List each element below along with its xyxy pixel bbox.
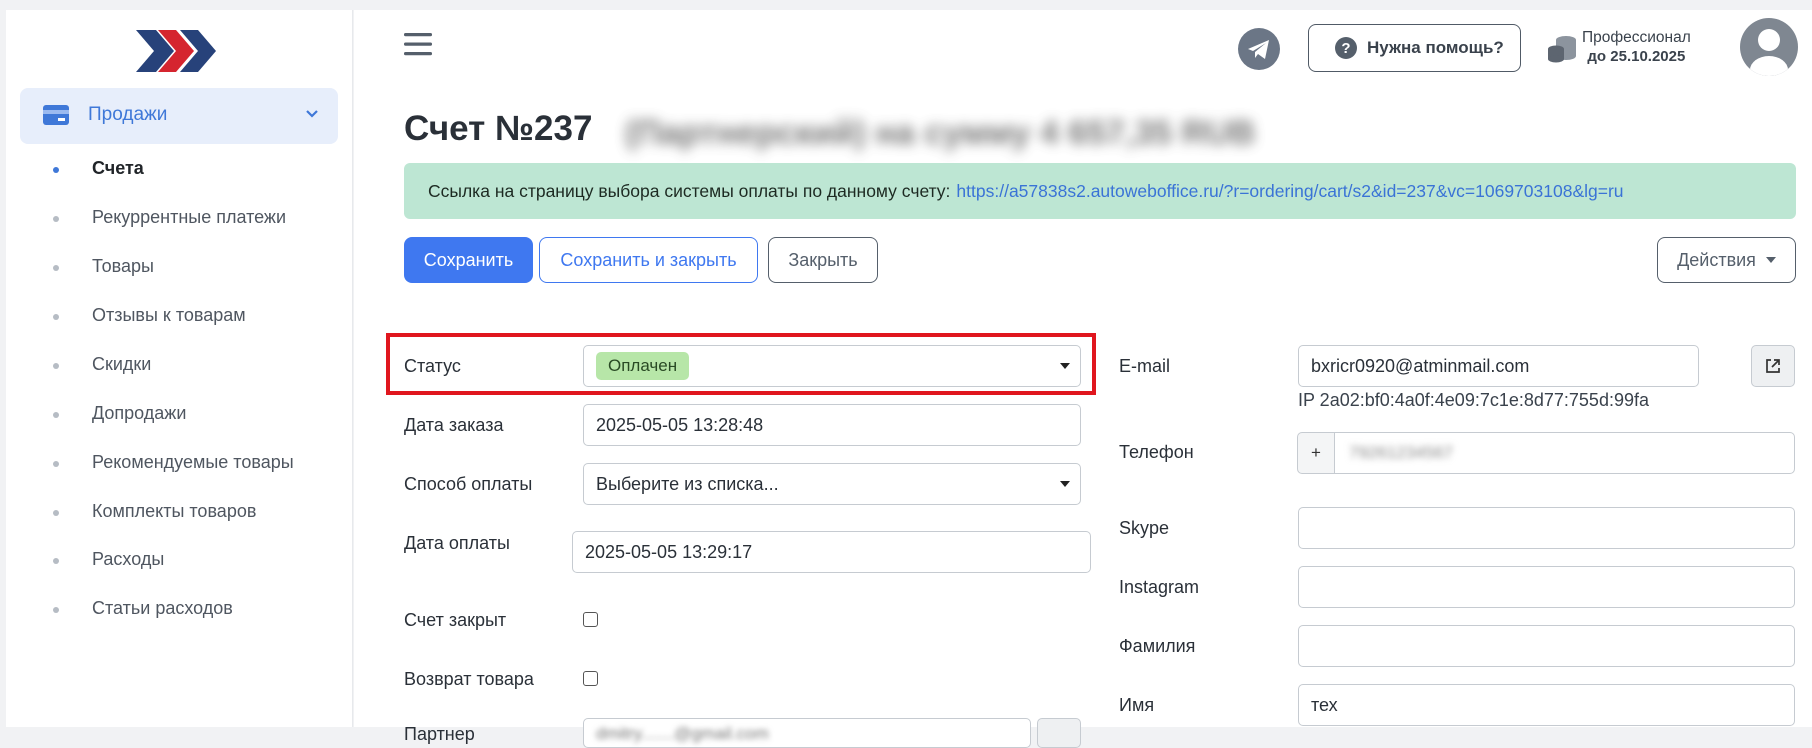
partner-open-button[interactable] (1037, 718, 1081, 748)
sidebar-item-label: Отзывы к товарам (92, 305, 246, 325)
product-return-label: Возврат товара (404, 669, 534, 689)
email-label: E-mail (1119, 356, 1171, 376)
sidebar-item-label: Скидки (92, 354, 152, 374)
sidebar-item-upsells[interactable]: Допродажи (6, 392, 346, 440)
alert-text: Ссылка на страницу выбора системы оплаты… (428, 180, 951, 201)
status-label: Статус (404, 356, 461, 376)
invoice-closed-checkbox[interactable] (583, 612, 598, 627)
avatar[interactable] (1740, 18, 1798, 76)
ip-address: IP 2a02:bf0:4a0f:4e09:7c1e:8d77:755d:99f… (1298, 390, 1649, 410)
payment-date-label: Дата оплаты (404, 533, 510, 553)
logo[interactable] (136, 24, 218, 78)
payment-link-alert: Ссылка на страницу выбора системы оплаты… (404, 163, 1796, 219)
sidebar-item-label: Комплекты товаров (92, 501, 257, 521)
sidebar-item-expense-items[interactable]: Статьи расходов (6, 587, 346, 635)
partner-label: Партнер (404, 724, 475, 744)
save-button[interactable]: Сохранить (404, 237, 533, 283)
sidebar-item-label: Рекомендуемые товары (92, 452, 294, 472)
sidebar: Продажи Счета Рекуррентные платежи Товар… (6, 10, 353, 727)
payment-date-field[interactable]: 2025-05-05 13:29:17 (572, 531, 1091, 573)
instagram-label: Instagram (1119, 577, 1200, 597)
order-date-value: 2025-05-05 13:28:48 (596, 414, 764, 435)
bullet-icon (53, 558, 59, 564)
main-content: ? Нужна помощь? Профессионал до 25.10.20… (354, 10, 1812, 748)
firstname-label: Имя (1119, 695, 1155, 715)
sidebar-item-bundles[interactable]: Комплекты товаров (6, 490, 346, 538)
bullet-icon (53, 216, 59, 222)
phone-prefix: + (1297, 432, 1335, 474)
external-link-icon (1765, 358, 1781, 379)
sidebar-item-label: Счета (92, 158, 144, 178)
bullet-icon (53, 510, 59, 516)
question-icon: ? (1335, 37, 1357, 59)
sidebar-item-label: Допродажи (92, 403, 187, 423)
bullet-icon (53, 314, 59, 320)
sidebar-item-recommended[interactable]: Рекомендуемые товары (6, 441, 346, 489)
caret-down-icon (1060, 481, 1070, 487)
invoice-closed-label: Счет закрыт (404, 610, 507, 630)
sidebar-item-recurring[interactable]: Рекуррентные платежи (6, 196, 346, 244)
email-value: bxricr0920@atminmail.com (1311, 355, 1530, 376)
page-title: Счет №237 (404, 109, 593, 148)
firstname-value: тех (1311, 694, 1338, 715)
close-button[interactable]: Закрыть (768, 237, 878, 283)
phone-value: 79261234567 (1349, 443, 1454, 462)
sidebar-section-sales[interactable]: Продажи (20, 88, 338, 144)
payment-method-select[interactable]: Выберите из списка... (583, 463, 1081, 505)
plan-until: до 25.10.2025 (1587, 48, 1686, 65)
actions-dropdown[interactable]: Действия (1657, 237, 1796, 283)
product-return-checkbox[interactable] (583, 671, 598, 686)
sidebar-item-products[interactable]: Товары (6, 245, 346, 293)
sidebar-item-invoices[interactable]: Счета (6, 147, 346, 195)
skype-label: Skype (1119, 518, 1170, 538)
lastname-label: Фамилия (1119, 636, 1196, 656)
payment-date-value: 2025-05-05 13:29:17 (585, 541, 753, 562)
partner-field[interactable]: dmitry.......@gmail.com (583, 718, 1031, 748)
actions-label: Действия (1677, 249, 1756, 270)
sidebar-item-label: Расходы (92, 549, 165, 569)
payment-link[interactable]: https://a57838s2.autoweboffice.ru/?r=ord… (956, 181, 1623, 202)
order-date-field[interactable]: 2025-05-05 13:28:48 (583, 404, 1081, 446)
partner-value: dmitry.......@gmail.com (596, 724, 769, 743)
instagram-field[interactable] (1298, 566, 1795, 608)
bullet-icon (53, 265, 59, 271)
bullet-icon (53, 167, 59, 173)
caret-down-icon (1060, 363, 1070, 369)
sidebar-item-label: Статьи расходов (92, 598, 233, 618)
plan-info[interactable]: Профессионал до 25.10.2025 (1582, 28, 1691, 66)
sidebar-item-expenses[interactable]: Расходы (6, 538, 346, 586)
sidebar-section-label: Продажи (88, 104, 168, 125)
plan-name: Профессионал (1582, 29, 1691, 46)
status-badge: Оплачен (596, 352, 690, 380)
page-title-blurred: (Партнерский) на сумму 4 657,35 RUB (625, 114, 1256, 152)
sidebar-item-label: Рекуррентные платежи (92, 207, 287, 227)
help-button[interactable]: ? Нужна помощь? (1308, 24, 1521, 72)
bullet-icon (53, 412, 59, 418)
sidebar-item-reviews[interactable]: Отзывы к товарам (6, 294, 346, 342)
bullet-icon (53, 363, 59, 369)
chevron-down-icon (305, 107, 319, 126)
phone-field[interactable]: 79261234567 (1334, 432, 1795, 474)
email-open-button[interactable] (1751, 345, 1795, 387)
save-and-close-button[interactable]: Сохранить и закрыть (539, 237, 758, 283)
email-field[interactable]: bxricr0920@atminmail.com (1298, 345, 1699, 387)
lastname-field[interactable] (1298, 625, 1795, 667)
credit-card-icon (43, 105, 69, 130)
sidebar-item-label: Товары (92, 256, 154, 276)
menu-icon[interactable] (404, 32, 432, 61)
skype-field[interactable] (1298, 507, 1795, 549)
payment-method-label: Способ оплаты (404, 474, 533, 494)
firstname-field[interactable]: тех (1298, 684, 1795, 726)
phone-label: Телефон (1119, 442, 1194, 462)
telegram-icon[interactable] (1238, 28, 1280, 70)
bullet-icon (53, 461, 59, 467)
order-date-label: Дата заказа (404, 415, 504, 435)
status-select[interactable]: Оплачен (583, 345, 1081, 387)
payment-method-value: Выберите из списка... (596, 473, 779, 494)
bullet-icon (53, 607, 59, 613)
help-button-label: Нужна помощь? (1367, 38, 1504, 57)
sidebar-item-discounts[interactable]: Скидки (6, 343, 346, 391)
coins-icon (1547, 34, 1577, 69)
caret-down-icon (1765, 257, 1776, 263)
